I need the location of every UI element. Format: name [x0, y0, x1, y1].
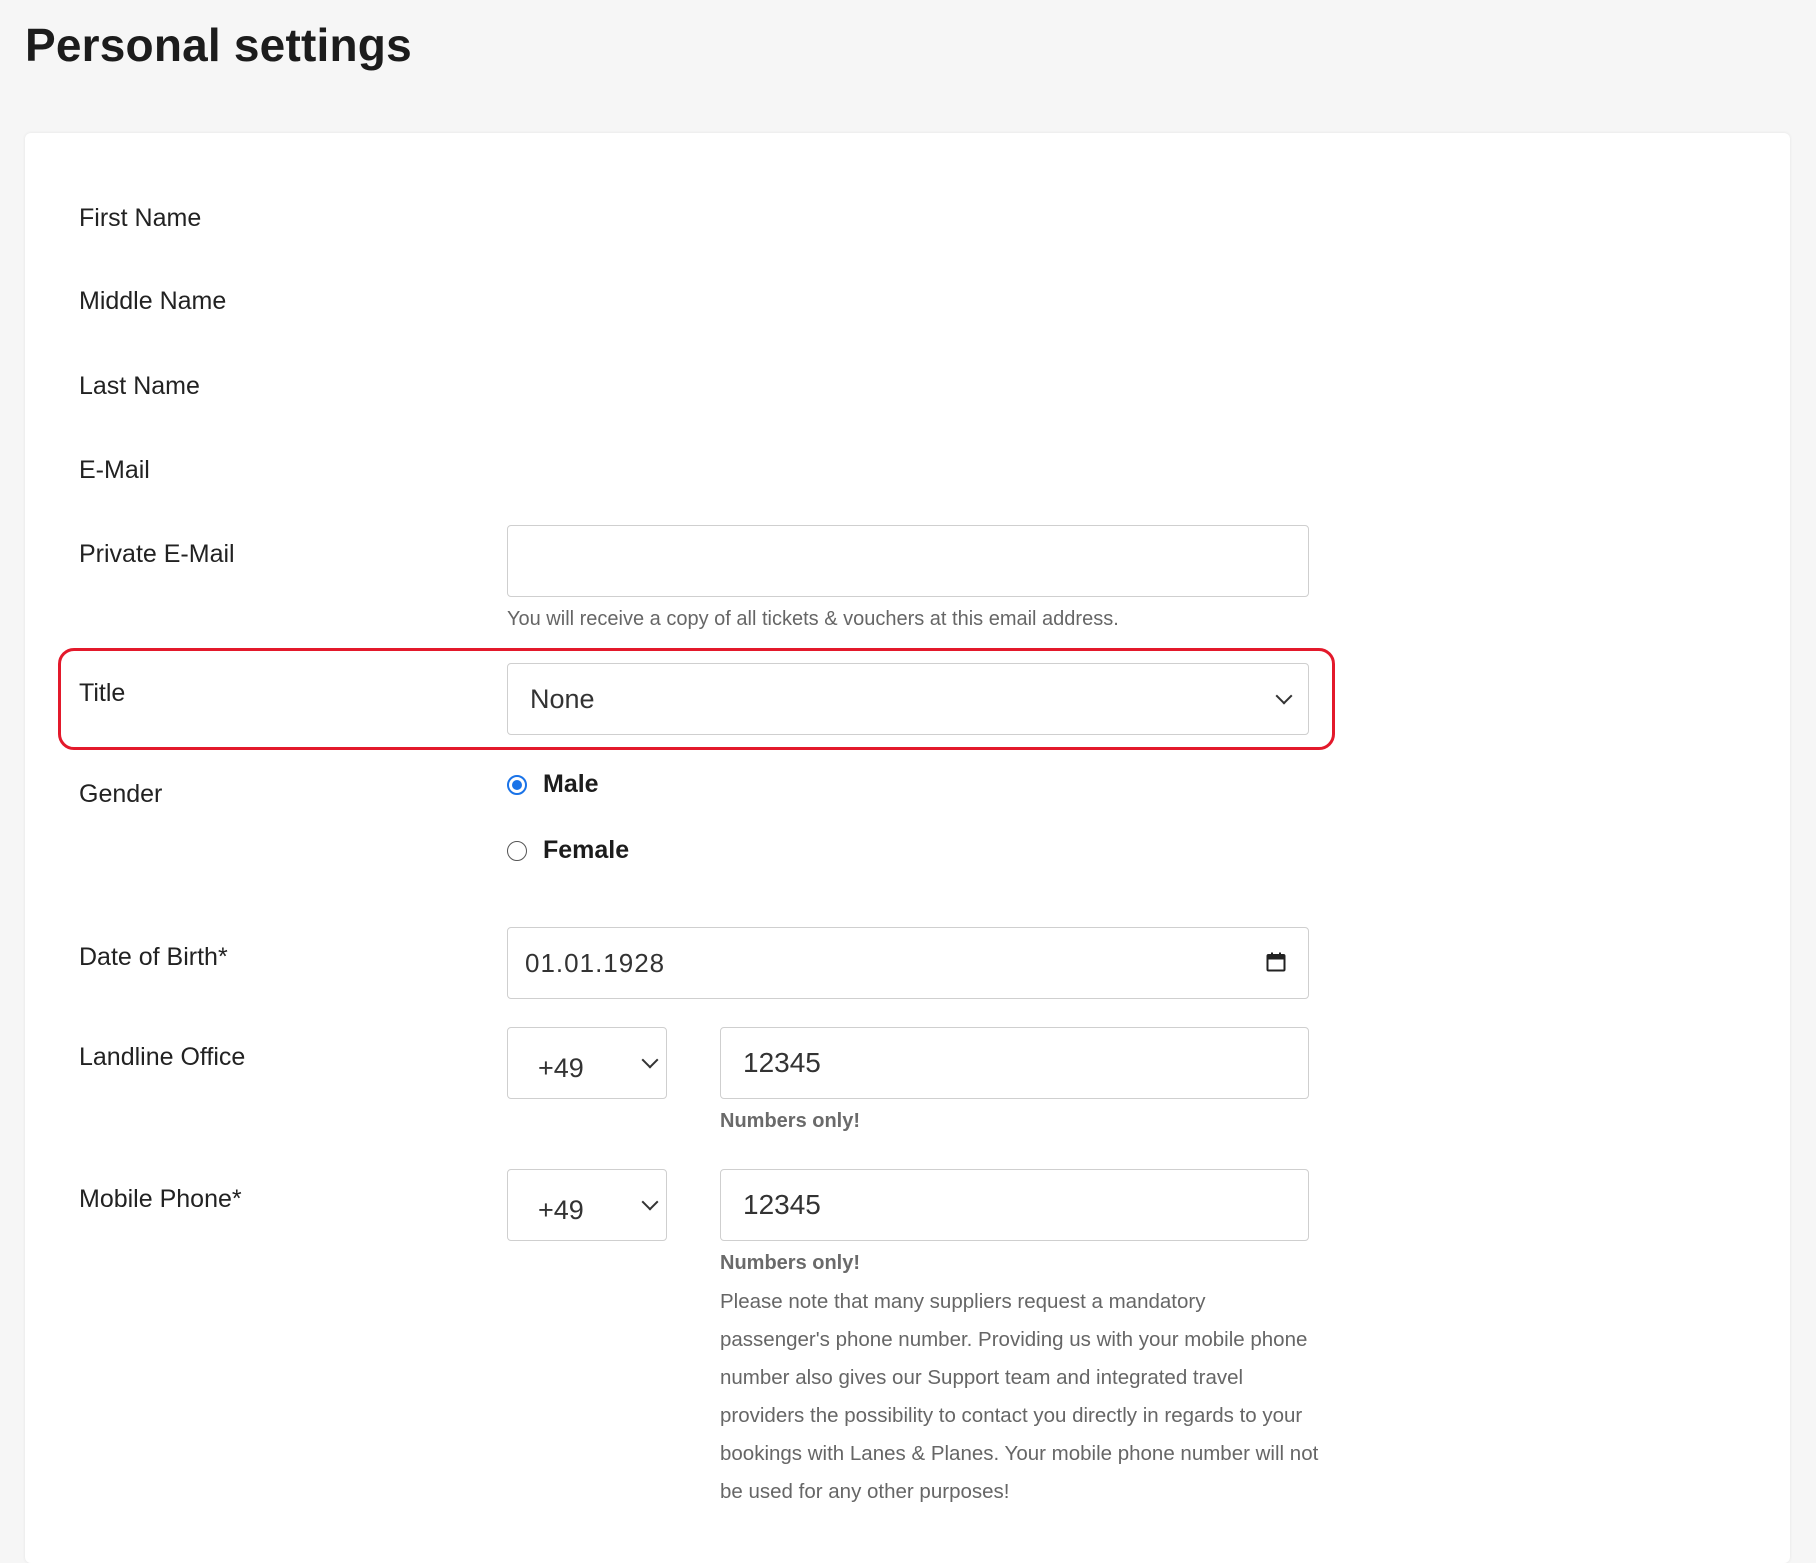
male-radio[interactable] [507, 774, 527, 795]
email-label: E-Mail [79, 456, 150, 484]
title-label: Title [79, 679, 126, 707]
date-of-birth-label: Date of Birth* [79, 943, 228, 971]
gender-option-female[interactable]: Female [507, 836, 629, 865]
first-name-label: First Name [79, 204, 202, 232]
chevron-down-icon [641, 1193, 659, 1211]
gender-label: Gender [79, 780, 163, 808]
female-radio[interactable] [507, 840, 527, 861]
female-radio-label: Female [543, 836, 630, 864]
chevron-down-icon [1275, 687, 1293, 705]
mobile-country-code-value: +49 [538, 1194, 584, 1225]
mobile-number-help: Numbers only! [720, 1252, 861, 1274]
gender-option-male[interactable]: Male [507, 770, 599, 799]
male-radio-label: Male [543, 770, 599, 798]
chevron-down-icon [641, 1051, 659, 1069]
private-email-help: You will receive a copy of all tickets &… [507, 608, 1119, 630]
last-name-label: Last Name [79, 372, 200, 400]
title-select[interactable]: None [507, 663, 1309, 735]
middle-name-label: Middle Name [79, 287, 227, 315]
landline-country-code-value: +49 [538, 1052, 584, 1083]
landline-number-value: 12345 [743, 1047, 821, 1078]
page-title: Personal settings [25, 19, 412, 71]
date-of-birth-value: 01.01.1928 [525, 947, 666, 978]
mobile-number-value: 12345 [743, 1189, 821, 1220]
private-email-label: Private E-Mail [79, 540, 235, 568]
landline-office-label: Landline Office [79, 1043, 246, 1071]
mobile-phone-note: Please note that many suppliers request … [720, 1290, 1319, 1503]
mobile-phone-label: Mobile Phone* [79, 1185, 242, 1213]
mobile-number-input[interactable]: 12345 [720, 1169, 1309, 1241]
landline-country-code-select[interactable]: +49 [507, 1027, 667, 1099]
landline-number-help: Numbers only! [720, 1110, 861, 1132]
calendar-icon[interactable] [1266, 952, 1286, 972]
date-of-birth-input[interactable]: 01.01.1928 [507, 927, 1309, 999]
title-select-value: None [530, 683, 595, 714]
mobile-country-code-select[interactable]: +49 [507, 1169, 667, 1241]
settings-card: First Name Middle Name Last Name E-Mail … [25, 133, 1790, 1563]
landline-number-input[interactable]: 12345 [720, 1027, 1309, 1099]
private-email-input[interactable] [507, 525, 1309, 597]
